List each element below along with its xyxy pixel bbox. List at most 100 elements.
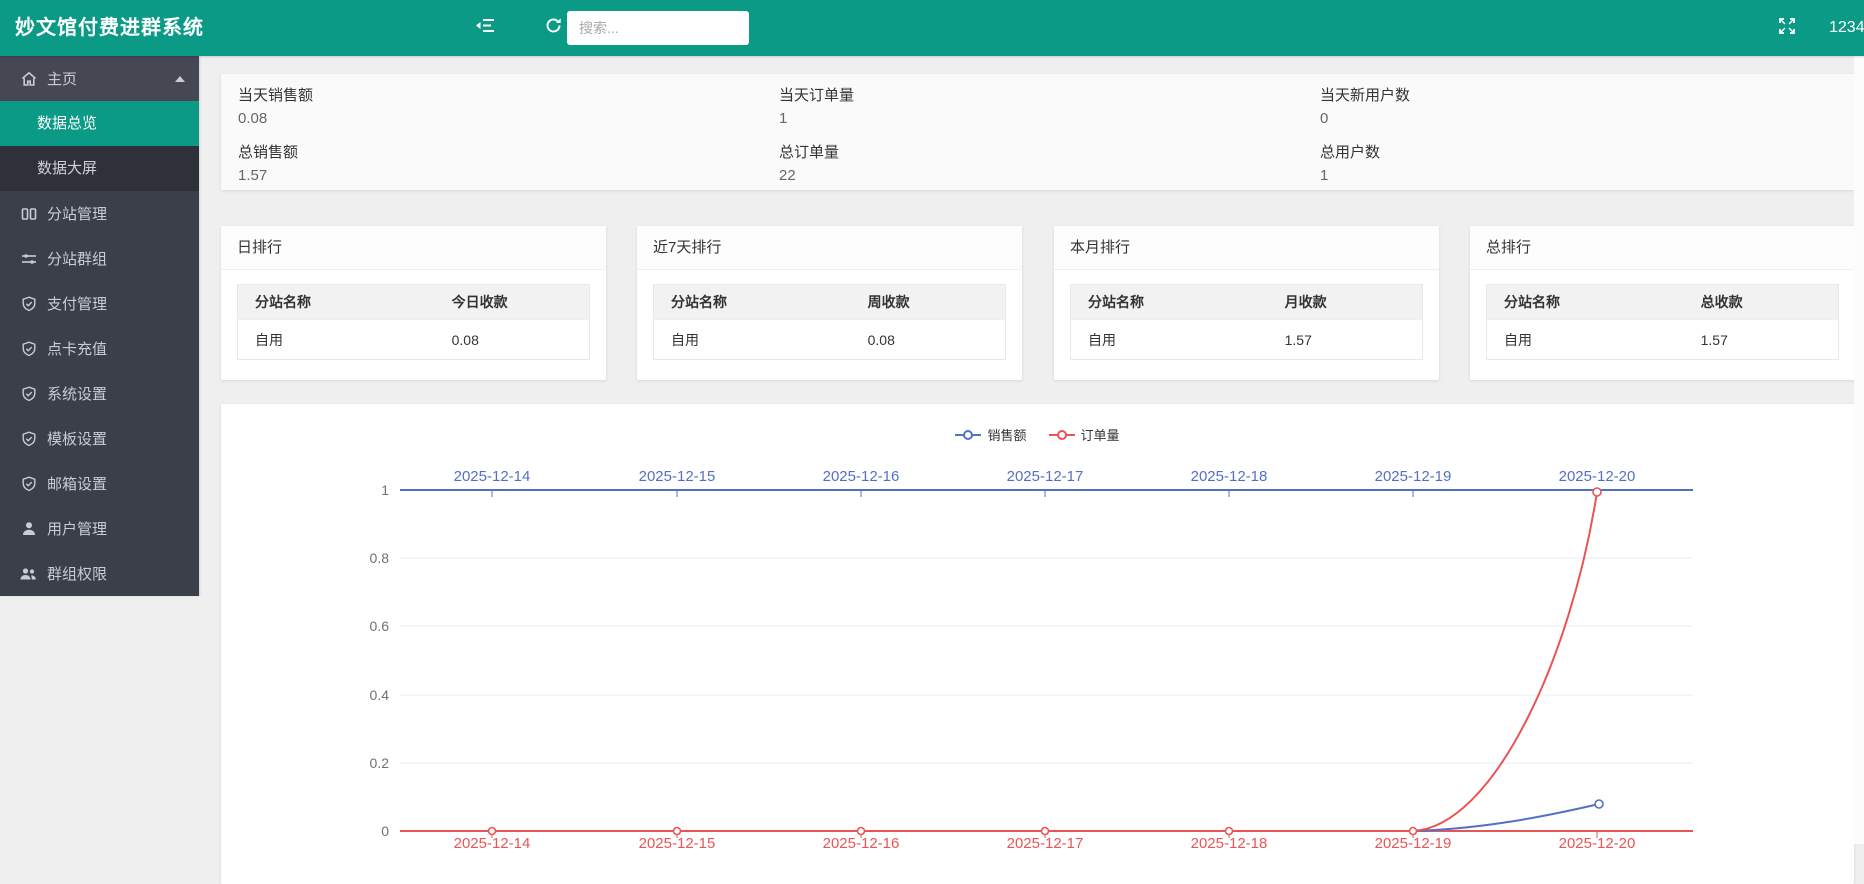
sidebar: 主页 数据总览 数据大屏 分站管理 分站群组 [0,56,199,596]
rank-col-site-name: 分站名称 [238,285,435,320]
stat-value: 22 [779,165,1303,190]
sidebar-item-site-management[interactable]: 分站管理 [0,191,199,236]
sales-orders-chart-card: 销售额 订单量 2025-12-14 2025-12-15 2025-12 [221,404,1854,884]
rank-card-month: 本月排行 分站名称 月收款 自用 1.57 [1054,226,1439,380]
shield-check-icon [20,430,37,447]
stats-col-users: 当天新用户数 0 总用户数 1 [1303,74,1844,190]
svg-text:0.8: 0.8 [370,550,390,566]
subitem-label: 数据大屏 [37,160,97,177]
rank-row: 自用 0.08 [238,320,590,360]
top-x-axis-ticks [492,491,1597,497]
shield-check-icon [20,295,37,312]
sidebar-item-home[interactable]: 主页 [0,56,199,101]
gridlines [400,558,1693,763]
fullscreen-icon [1779,18,1795,39]
rank-col-site-name: 分站名称 [1487,285,1684,320]
home-submenu: 数据总览 数据大屏 [0,101,199,191]
sidebar-subitem-data-screen[interactable]: 数据大屏 [0,146,199,191]
sidebar-item-label: 分站群组 [47,248,107,269]
svg-text:0.6: 0.6 [370,618,390,634]
svg-text:0.4: 0.4 [370,687,390,703]
stat-value: 1 [779,108,1303,133]
svg-text:2025-12-19: 2025-12-19 [1375,468,1452,485]
top-header: 妙文馆付费进群系统 12345 [0,0,1864,56]
svg-text:2025-12-20: 2025-12-20 [1559,468,1636,485]
top-x-axis-labels: 2025-12-14 2025-12-15 2025-12-16 2025-12… [454,468,1636,485]
sidebar-item-label: 用户管理 [47,518,107,539]
rank-col-amount: 周收款 [851,285,1006,320]
sidebar-item-label: 群组权限 [47,563,107,584]
rank-cell-amount: 0.08 [851,320,1006,360]
line-chart: 2025-12-14 2025-12-15 2025-12-16 2025-12… [221,404,1854,884]
home-icon [20,70,37,87]
sidebar-item-label: 邮箱设置 [47,473,107,494]
rank-col-site-name: 分站名称 [654,285,851,320]
svg-text:0: 0 [381,823,389,839]
rank-row: 自用 0.08 [654,320,1006,360]
refresh-icon [545,17,562,39]
sales-markers [1595,800,1603,808]
stats-panel: 当天销售额 0.08 总销售额 1.57 当天订单量 1 总订单量 22 当天新… [221,74,1854,190]
sidebar-item-user-management[interactable]: 用户管理 [0,506,199,551]
y-axis-labels: 1 0.8 0.6 0.4 0.2 0 [370,482,390,839]
orders-markers [489,488,1602,835]
stat-value: 1.57 [238,165,762,190]
shield-check-icon [20,475,37,492]
rank-cell-amount: 0.08 [435,320,590,360]
users-icon [20,565,37,582]
rank-cell-site: 自用 [1487,320,1684,360]
refresh-button[interactable] [536,0,570,56]
sidebar-item-site-groups[interactable]: 分站群组 [0,236,199,281]
stat-value: 0 [1320,108,1844,133]
rank-card-title: 总排行 [1470,226,1855,270]
rank-card-week: 近7天排行 分站名称 周收款 自用 0.08 [637,226,1022,380]
subitem-label: 数据总览 [37,115,97,132]
sidebar-item-label: 系统设置 [47,383,107,404]
sidebar-item-payment[interactable]: 支付管理 [0,281,199,326]
svg-text:2025-12-18: 2025-12-18 [1191,468,1268,485]
stat-label: 当天订单量 [779,84,1303,108]
shield-check-icon [20,340,37,357]
rank-card-total: 总排行 分站名称 总收款 自用 1.57 [1470,226,1855,380]
rank-card-daily: 日排行 分站名称 今日收款 自用 0.08 [221,226,606,380]
stat-label: 当天销售额 [238,84,762,108]
rank-card-title: 日排行 [221,226,606,270]
rank-col-amount: 总收款 [1684,285,1839,320]
sidebar-item-group-permissions[interactable]: 群组权限 [0,551,199,596]
stat-label: 总销售额 [238,141,762,165]
rank-table: 分站名称 总收款 自用 1.57 [1486,284,1839,360]
menu-fold-icon [476,18,495,38]
sidebar-item-label: 模板设置 [47,428,107,449]
svg-text:2025-12-14: 2025-12-14 [454,468,531,485]
user-icon [20,520,37,537]
svg-text:0.2: 0.2 [370,755,390,771]
collapse-sidebar-button[interactable] [468,0,502,56]
sidebar-item-label: 分站管理 [47,203,107,224]
rank-cell-amount: 1.57 [1684,320,1839,360]
fullscreen-button[interactable] [1770,0,1804,56]
sidebar-item-label: 点卡充值 [47,338,107,359]
shield-check-icon [20,385,37,402]
sidebar-item-label: 主页 [47,68,77,89]
columns-icon [20,205,37,222]
svg-text:2025-12-15: 2025-12-15 [639,468,716,485]
sidebar-item-system-settings[interactable]: 系统设置 [0,371,199,416]
rank-cell-site: 自用 [238,320,435,360]
stat-label: 总订单量 [779,141,1303,165]
sidebar-item-card-recharge[interactable]: 点卡充值 [0,326,199,371]
stat-value: 1 [1320,165,1844,190]
sidebar-subitem-data-overview[interactable]: 数据总览 [0,101,199,146]
sidebar-item-template-settings[interactable]: 模板设置 [0,416,199,461]
rank-row: 自用 1.57 [1071,320,1423,360]
sliders-icon [20,250,37,267]
rank-cell-site: 自用 [1071,320,1268,360]
rank-col-amount: 月收款 [1268,285,1423,320]
sidebar-item-mail-settings[interactable]: 邮箱设置 [0,461,199,506]
rank-table: 分站名称 今日收款 自用 0.08 [237,284,590,360]
rank-cell-site: 自用 [654,320,851,360]
username[interactable]: 12345 [1829,0,1864,56]
search-input[interactable] [567,11,749,45]
stat-label: 总用户数 [1320,141,1844,165]
scrollbar-track[interactable] [1854,56,1864,844]
sidebar-item-label: 支付管理 [47,293,107,314]
